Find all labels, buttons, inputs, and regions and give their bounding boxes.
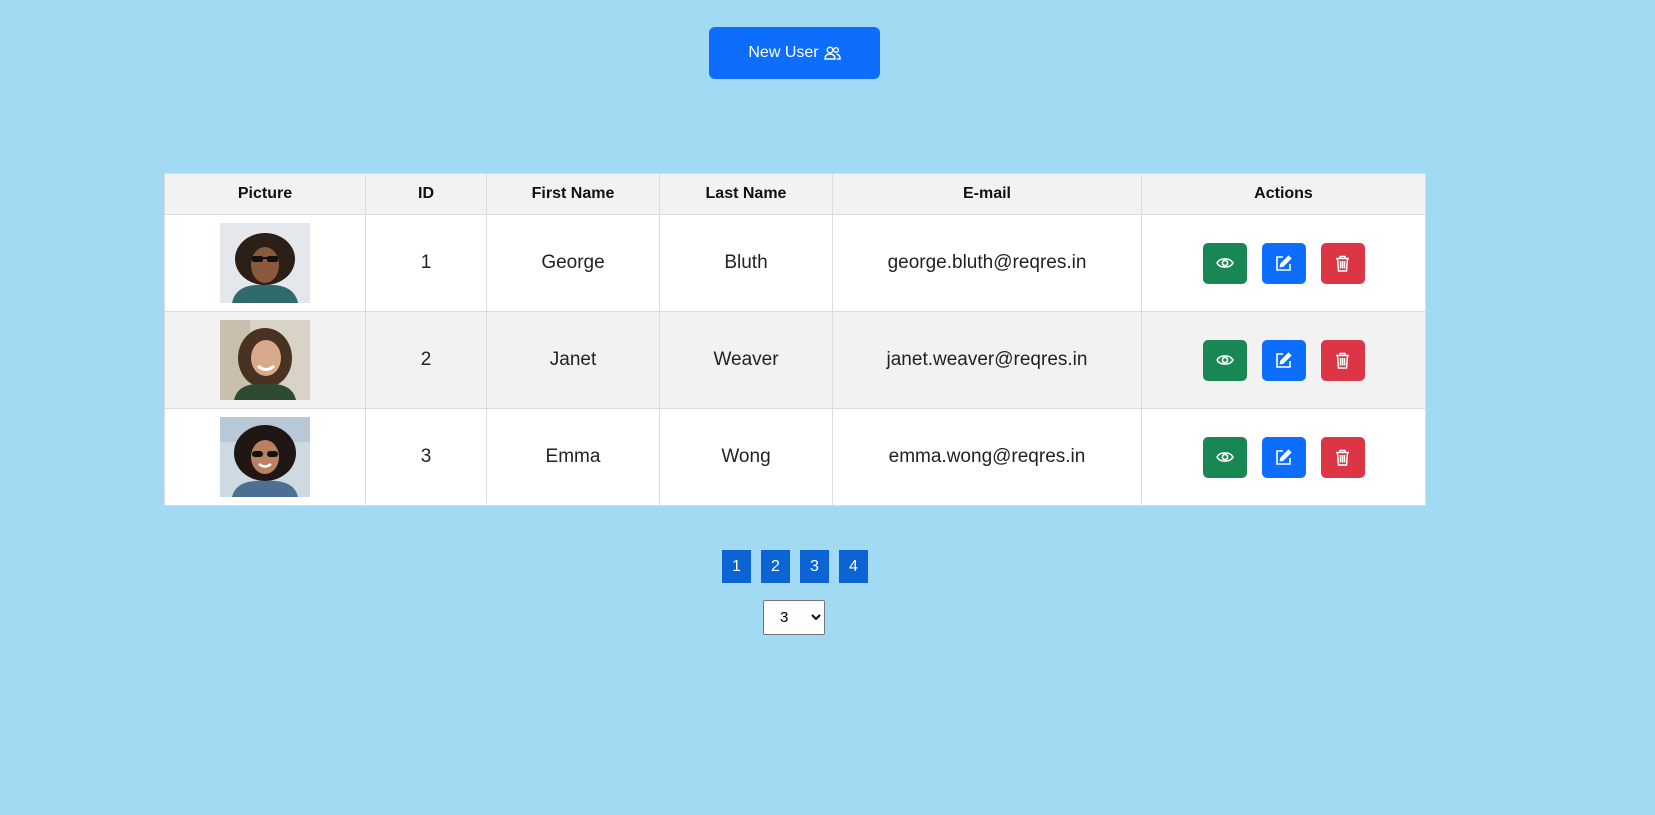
table-row: 1 George Bluth george.bluth@reqres.in	[164, 214, 1426, 312]
avatar	[220, 417, 310, 497]
eye-icon	[1215, 355, 1234, 365]
column-header-actions: Actions	[1141, 173, 1426, 215]
actions-cell	[1141, 214, 1426, 312]
edit-button[interactable]	[1261, 339, 1306, 381]
column-header-last-name: Last Name	[659, 173, 833, 215]
first-name-cell: George	[486, 214, 660, 312]
page-button-1[interactable]: 1	[722, 550, 751, 583]
email-cell: janet.weaver@reqres.in	[832, 311, 1142, 409]
avatar	[220, 223, 310, 303]
table-header-row: Picture ID First Name Last Name E-mail A…	[164, 173, 1426, 215]
edit-button[interactable]	[1261, 436, 1306, 478]
column-header-first-name: First Name	[486, 173, 660, 215]
id-cell: 1	[365, 214, 487, 312]
actions-cell	[1141, 408, 1426, 506]
trash-icon	[1336, 352, 1349, 369]
new-user-button[interactable]: New User	[709, 27, 880, 79]
page-button-2[interactable]: 2	[761, 550, 790, 583]
column-header-email: E-mail	[832, 173, 1142, 215]
first-name-cell: Emma	[486, 408, 660, 506]
edit-button[interactable]	[1261, 242, 1306, 284]
avatar	[220, 320, 310, 400]
page-size-select[interactable]: 3	[763, 600, 825, 635]
view-button[interactable]	[1202, 339, 1247, 381]
email-cell: george.bluth@reqres.in	[832, 214, 1142, 312]
users-icon	[823, 46, 841, 60]
trash-icon	[1336, 255, 1349, 272]
last-name-cell: Wong	[659, 408, 833, 506]
first-name-cell: Janet	[486, 311, 660, 409]
pagination: 1 2 3 4	[722, 550, 868, 583]
delete-button[interactable]	[1320, 436, 1365, 478]
eye-icon	[1215, 258, 1234, 268]
delete-button[interactable]	[1320, 242, 1365, 284]
view-button[interactable]	[1202, 242, 1247, 284]
eye-icon	[1215, 452, 1234, 462]
picture-cell	[164, 408, 366, 506]
edit-icon	[1276, 254, 1292, 271]
page-button-4[interactable]: 4	[839, 550, 868, 583]
picture-cell	[164, 311, 366, 409]
picture-cell	[164, 214, 366, 312]
table-row: 3 Emma Wong emma.wong@reqres.in	[164, 408, 1426, 506]
users-table: Picture ID First Name Last Name E-mail A…	[164, 173, 1426, 506]
edit-icon	[1276, 351, 1292, 368]
table-row: 2 Janet Weaver janet.weaver@reqres.in	[164, 311, 1426, 409]
column-header-picture: Picture	[164, 173, 366, 215]
page-button-3[interactable]: 3	[800, 550, 829, 583]
actions-cell	[1141, 311, 1426, 409]
view-button[interactable]	[1202, 436, 1247, 478]
edit-icon	[1276, 448, 1292, 465]
email-cell: emma.wong@reqres.in	[832, 408, 1142, 506]
id-cell: 3	[365, 408, 487, 506]
last-name-cell: Bluth	[659, 214, 833, 312]
id-cell: 2	[365, 311, 487, 409]
last-name-cell: Weaver	[659, 311, 833, 409]
new-user-label: New User	[748, 44, 819, 61]
trash-icon	[1336, 449, 1349, 466]
column-header-id: ID	[365, 173, 487, 215]
delete-button[interactable]	[1320, 339, 1365, 381]
